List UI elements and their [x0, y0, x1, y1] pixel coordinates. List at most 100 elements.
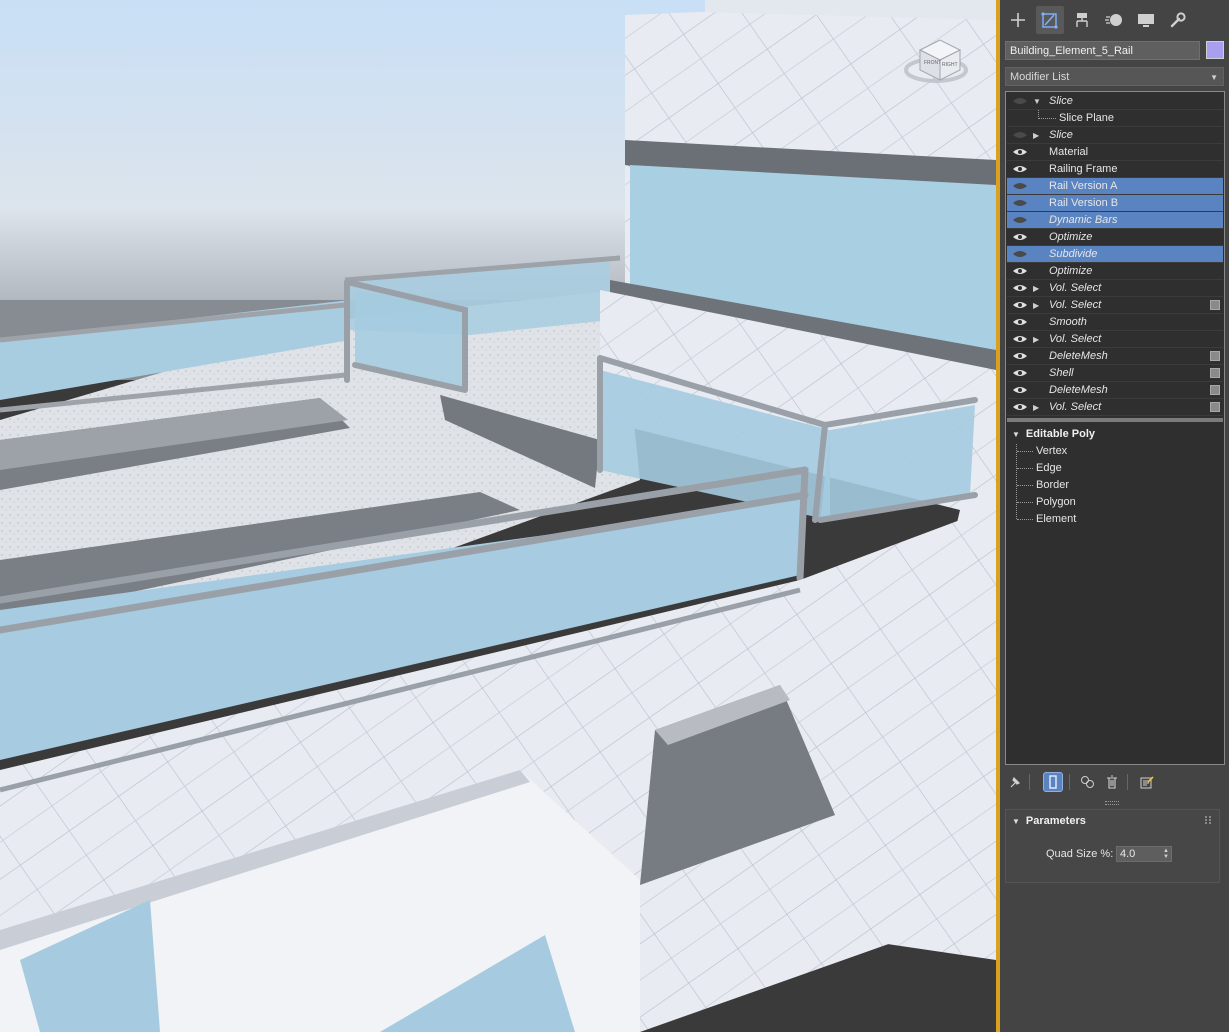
stack-row-label: Rail Version B — [1049, 197, 1119, 209]
stack-row-label: Slice — [1049, 95, 1073, 107]
rollout-drag-handle[interactable] — [1205, 816, 1211, 824]
tab-create[interactable] — [1004, 6, 1032, 34]
eye-off-icon[interactable] — [1012, 130, 1028, 140]
modifier-list-dropdown[interactable]: Modifier List ▼ — [1005, 67, 1224, 86]
stack-modifier-row[interactable]: ▼ Slice — [1007, 93, 1223, 110]
spinner-arrows-icon[interactable]: ▲ ▼ — [1163, 848, 1169, 860]
modifier-state-box — [1210, 368, 1220, 378]
eye-icon[interactable] — [1012, 147, 1028, 157]
stack-modifier-row[interactable]: Rail Version A — [1007, 178, 1223, 195]
make-unique-button[interactable] — [1078, 772, 1098, 792]
eye-off-icon[interactable] — [1012, 215, 1028, 225]
eye-off-icon[interactable] — [1012, 181, 1028, 191]
quad-size-spinner[interactable]: 4.0 ▲ ▼ — [1116, 846, 1172, 862]
eye-off-icon[interactable] — [1012, 249, 1028, 259]
eye-icon[interactable] — [1012, 164, 1028, 174]
remove-modifier-button[interactable] — [1102, 772, 1122, 792]
make-unique-icon — [1081, 776, 1094, 788]
stack-row-label: Vol. Select — [1049, 299, 1102, 311]
eye-icon[interactable] — [1012, 385, 1028, 395]
sub-object-border[interactable]: Border — [1036, 478, 1069, 492]
pin-stack-button[interactable] — [1005, 772, 1025, 792]
stack-modifier-row[interactable]: Dynamic Bars — [1007, 212, 1223, 229]
stack-modifier-row[interactable]: ▶ Vol. Select — [1007, 399, 1223, 416]
stack-modifier-row[interactable]: Subdivide — [1007, 246, 1223, 263]
stack-modifier-row[interactable]: ▶ Slice — [1007, 127, 1223, 144]
toolbar-divider — [1069, 774, 1070, 790]
stack-row-label: Optimize — [1049, 265, 1093, 277]
stack-sub-object-row[interactable]: Slice Plane — [1007, 110, 1223, 127]
stack-modifier-row[interactable]: Shell — [1007, 365, 1223, 382]
triangle-right-icon[interactable]: ▶ — [1033, 331, 1039, 348]
object-color-swatch[interactable] — [1206, 41, 1224, 59]
triangle-right-icon[interactable]: ▶ — [1033, 280, 1039, 297]
stack-row-label: Slice Plane — [1059, 112, 1115, 124]
triangle-down-icon[interactable]: ▼ — [1033, 93, 1041, 110]
triangle-right-icon[interactable]: ▶ — [1033, 127, 1039, 144]
eye-icon[interactable] — [1012, 317, 1028, 327]
modify-icon — [1041, 12, 1058, 29]
toolbar-divider — [1029, 774, 1030, 790]
eye-icon[interactable] — [1012, 368, 1028, 378]
configure-modifier-sets-icon — [1140, 776, 1154, 789]
eye-icon[interactable] — [1012, 232, 1028, 242]
parameters-rollout-header[interactable]: ▼ Parameters — [1012, 815, 1086, 827]
stack-modifier-row[interactable]: Material — [1007, 144, 1223, 161]
eye-icon[interactable] — [1012, 266, 1028, 276]
sub-object-vertex[interactable]: Vertex — [1036, 444, 1067, 458]
stack-row-label: Shell — [1049, 367, 1074, 379]
triangle-right-icon[interactable]: ▶ — [1033, 399, 1039, 416]
stack-row-label: DeleteMesh — [1049, 350, 1108, 362]
sub-object-polygon[interactable]: Polygon — [1036, 495, 1076, 509]
eye-off-icon[interactable] — [1012, 198, 1028, 208]
command-panel: Building_Element_5_Rail Modifier List ▼ … — [1000, 0, 1229, 1032]
tab-utilities[interactable] — [1164, 6, 1192, 34]
stack-modifier-row[interactable]: ▶ Vol. Select — [1007, 297, 1223, 314]
stack-base-object[interactable]: ▼ Editable Poly — [1012, 428, 1095, 440]
quad-size-label: Quad Size %: — [1046, 848, 1114, 860]
stack-modifier-row[interactable]: ▶ Vol. Select — [1007, 280, 1223, 297]
stack-row-label: Vol. Select — [1049, 401, 1102, 413]
eye-icon[interactable] — [1012, 334, 1028, 344]
eye-icon[interactable] — [1012, 283, 1028, 293]
tree-tick — [1017, 468, 1033, 469]
eye-icon[interactable] — [1012, 351, 1028, 361]
eye-icon[interactable] — [1012, 402, 1028, 412]
sub-object-element[interactable]: Element — [1036, 512, 1076, 526]
tab-hierarchy[interactable] — [1068, 6, 1096, 34]
stack-modifier-row[interactable]: Smooth — [1007, 314, 1223, 331]
modifier-stack[interactable]: ▼ Slice Slice Plane ▶ Slice Material Railing F… — [1005, 91, 1225, 765]
object-name-field[interactable]: Building_Element_5_Rail — [1005, 41, 1200, 60]
tree-tick — [1017, 519, 1033, 520]
sub-object-edge[interactable]: Edge — [1036, 461, 1062, 475]
tab-modify[interactable] — [1036, 6, 1064, 34]
stack-modifier-row[interactable]: Railing Frame — [1007, 161, 1223, 178]
tab-motion[interactable] — [1100, 6, 1128, 34]
stack-modifier-row[interactable]: Optimize — [1007, 229, 1223, 246]
viewport-perspective[interactable]: FRONT RIGHT — [0, 0, 996, 1032]
stack-separator[interactable] — [1007, 418, 1223, 422]
eye-off-icon[interactable] — [1012, 96, 1028, 106]
triangle-right-icon[interactable]: ▶ — [1033, 297, 1039, 314]
stack-modifier-row[interactable]: DeleteMesh — [1007, 382, 1223, 399]
parameters-rollout: ▼ Parameters Quad Size %: 4.0 ▲ ▼ — [1005, 809, 1220, 883]
tree-tick — [1017, 502, 1033, 503]
show-end-result-icon — [1049, 775, 1057, 789]
stack-modifier-row[interactable]: DeleteMesh — [1007, 348, 1223, 365]
viewcube-right-label: RIGHT — [942, 62, 958, 68]
configure-modifier-sets-button[interactable] — [1137, 772, 1157, 792]
triangle-down-icon: ▼ — [1012, 817, 1020, 826]
tab-display[interactable] — [1132, 6, 1160, 34]
display-icon — [1138, 14, 1154, 27]
stack-modifier-row[interactable]: Optimize — [1007, 263, 1223, 280]
stack-row-label: Railing Frame — [1049, 163, 1118, 175]
stack-modifier-row[interactable]: ▶ Vol. Select — [1007, 331, 1223, 348]
panel-splitter[interactable] — [1105, 801, 1119, 805]
stack-modifier-row[interactable]: Rail Version B — [1007, 195, 1223, 212]
show-end-result-button[interactable] — [1043, 772, 1063, 792]
parameters-title: Parameters — [1025, 815, 1086, 827]
modifier-state-box — [1210, 385, 1220, 395]
remove-modifier-icon — [1107, 775, 1117, 789]
triangle-down-icon: ▼ — [1012, 430, 1020, 439]
eye-icon[interactable] — [1012, 300, 1028, 310]
